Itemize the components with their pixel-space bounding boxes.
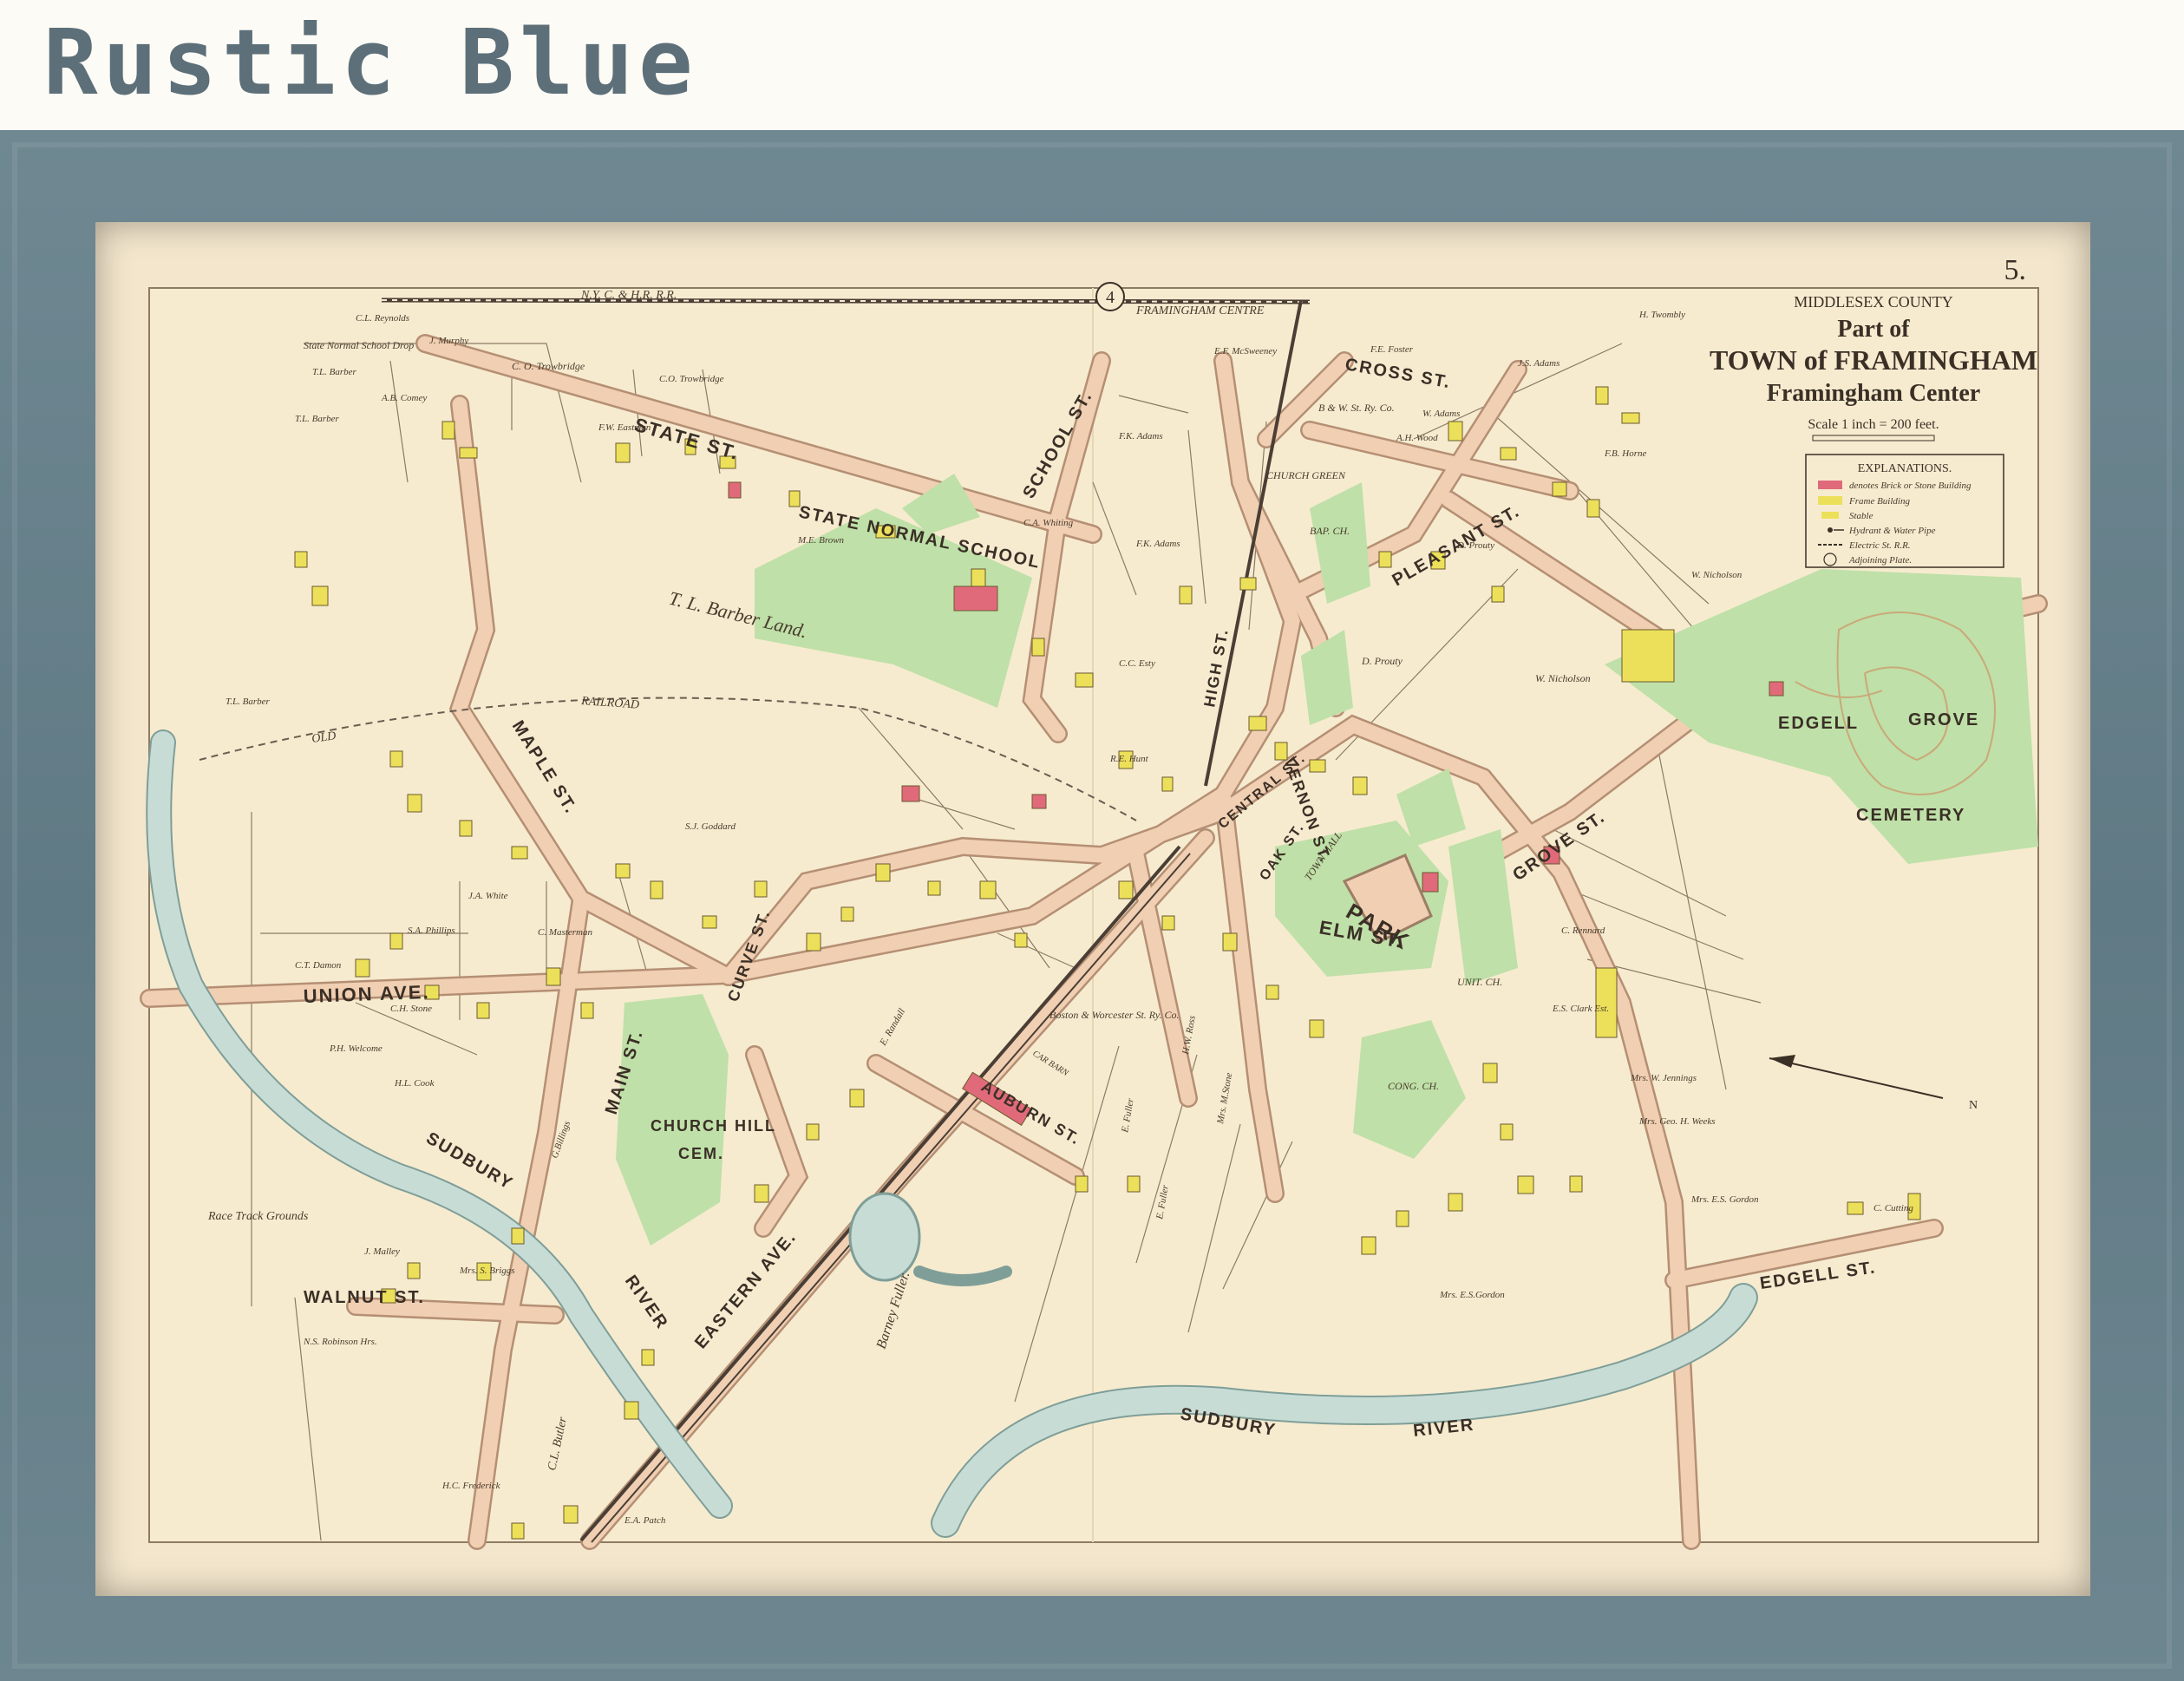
owner-label: Mrs. E.S. Gordon <box>1690 1194 1759 1205</box>
framingham-centre-label: FRAMINGHAM CENTRE <box>1135 304 1265 317</box>
owner-label: F.K. Adams <box>1135 539 1180 549</box>
owner-label: E.S. Clark Est. <box>1552 1004 1609 1014</box>
owner-label: T.L. Barber <box>295 414 340 424</box>
frame-style-label: Rustic Blue <box>43 10 698 115</box>
owner-label: A.H. Wood <box>1396 433 1438 443</box>
cem-label: CEM. <box>678 1145 724 1162</box>
scale-label: Scale 1 inch = 200 feet. <box>1808 417 1939 432</box>
svg-text:N: N <box>1969 1099 1978 1112</box>
race-track-label: Race Track Grounds <box>207 1210 309 1223</box>
legend-item-label: Stable <box>1849 511 1873 521</box>
owner-label: C.H. Stone <box>390 1004 432 1014</box>
owner-label: Mrs. S. Briggs <box>459 1266 515 1276</box>
church-hill-label: CHURCH HILL <box>651 1117 776 1135</box>
owner-label: J. Malley <box>364 1246 400 1257</box>
scale-bar <box>1812 435 1935 442</box>
hydrant-icon <box>1828 527 1833 533</box>
street-label-walnut: WALNUT ST. <box>304 1288 425 1307</box>
map-mat: 4 5. MIDDLESEX COUNTY Part of TOWN of FR… <box>95 222 2090 1596</box>
map-canvas: 4 5. MIDDLESEX COUNTY Part of TOWN of FR… <box>140 254 2048 1550</box>
owner-label: C.O. Trowbridge <box>659 374 724 384</box>
county-label: MIDDLESEX COUNTY <box>1794 293 1953 311</box>
bw-street-rr-label: Boston & Worcester St. Ry. Co. <box>1049 1009 1180 1021</box>
title-line1: Part of <box>1837 316 1910 343</box>
normal-school-drop-label: State Normal School Drop <box>304 339 414 351</box>
owner-label: J.A. White <box>468 891 508 901</box>
legend-item-label: Adjoining Plate. <box>1848 555 1912 566</box>
owner-label: D. Prouty <box>1456 540 1494 551</box>
owner-label: C.C. Esty <box>1119 658 1155 669</box>
legend-brick-swatch <box>1818 481 1842 489</box>
owner-label: S.A. Phillips <box>408 926 455 936</box>
legend-item-label: Electric St. R.R. <box>1848 540 1911 551</box>
title-line3: Framingham Center <box>1767 380 1981 407</box>
owner-label: S.J. Goddard <box>685 821 736 832</box>
owner-label: Mrs. W. Jennings <box>1630 1073 1697 1083</box>
legend: EXPLANATIONS. denotes Brick or Stone Bui… <box>1805 454 2004 568</box>
owner-label: E.A. Patch <box>624 1515 666 1526</box>
legend-item-label: Hydrant & Water Pipe <box>1848 526 1936 536</box>
owner-label: H. Twombly <box>1638 310 1685 320</box>
owner-label: F.E. Foster <box>1370 344 1414 355</box>
title-line2: TOWN of FRAMINGHAM <box>1710 344 2037 376</box>
legend-frame-swatch <box>1818 496 1842 505</box>
owner-label: W. Nicholson <box>1691 570 1743 580</box>
cong-ch-label: CONG. CH. <box>1388 1080 1439 1092</box>
owner-label: M.E. Brown <box>797 535 845 546</box>
plate-number: 5. <box>2004 254 2027 286</box>
owner-label: C.T. Damon <box>295 960 342 971</box>
owner-label: J.S. Adams <box>1518 358 1560 369</box>
church-green-label: CHURCH GREEN <box>1266 469 1346 481</box>
owner-label: F.W. Eastman <box>598 422 651 433</box>
owner-label: T.L. Barber <box>312 367 357 377</box>
adjoining-plate-marker: 4 <box>1095 282 1125 311</box>
edgell-label: EDGELL <box>1778 714 1859 733</box>
owner-label: D. Prouty <box>1361 655 1403 667</box>
legend-stable-swatch <box>1821 512 1839 519</box>
owner-label: C.A. Whiting <box>1023 518 1074 528</box>
owner-label: F.K. Adams <box>1118 431 1163 442</box>
legend-title: EXPLANATIONS. <box>1858 462 1952 475</box>
owner-label: R.E. Hunt <box>1109 754 1149 764</box>
owner-label: E.F. McSweeney <box>1213 346 1277 356</box>
owner-label: Mrs. Geo. H. Weeks <box>1638 1116 1716 1127</box>
owner-label: F.B. Horne <box>1604 448 1646 459</box>
owner-label: H.C. Frederick <box>441 1481 501 1491</box>
owner-label: P.H. Welcome <box>329 1043 383 1054</box>
owner-label: A.B. Comey <box>381 393 427 403</box>
owner-label: C. Cutting <box>1873 1203 1913 1213</box>
cemetery-label: CEMETERY <box>1856 806 1965 825</box>
unit-ch-label: UNIT. CH. <box>1457 976 1502 988</box>
railroad-ny-label: N.Y. C. & H.R. R.R. <box>580 289 677 302</box>
owner-label: J. Murphy <box>429 336 468 346</box>
bw-street-rr-label-2: B & W. St. Ry. Co. <box>1318 402 1395 414</box>
owner-label: N.S. Robinson Hrs. <box>303 1337 377 1347</box>
legend-item-label: Frame Building <box>1848 496 1910 507</box>
owner-label: W. Nicholson <box>1535 672 1591 684</box>
owner-label: C. Masterman <box>538 927 592 938</box>
grove-label: GROVE <box>1908 710 1979 729</box>
owner-label: W. Adams <box>1422 409 1460 419</box>
owner-label: T.L. Barber <box>226 697 271 707</box>
legend-item-label: denotes Brick or Stone Building <box>1849 481 1971 491</box>
owner-label: H.L. Cook <box>394 1078 435 1089</box>
owner-label: C. Rennard <box>1561 926 1605 936</box>
owner-label: C.L. Reynolds <box>356 313 409 324</box>
owner-label: Mrs. E.S.Gordon <box>1439 1290 1505 1300</box>
owner-label: C. O. Trowbridge <box>512 360 585 372</box>
header-band: Rustic Blue <box>0 0 2184 130</box>
bap-ch-label: BAP. CH. <box>1310 525 1350 537</box>
adjoining-plate-number: 4 <box>1106 288 1115 307</box>
